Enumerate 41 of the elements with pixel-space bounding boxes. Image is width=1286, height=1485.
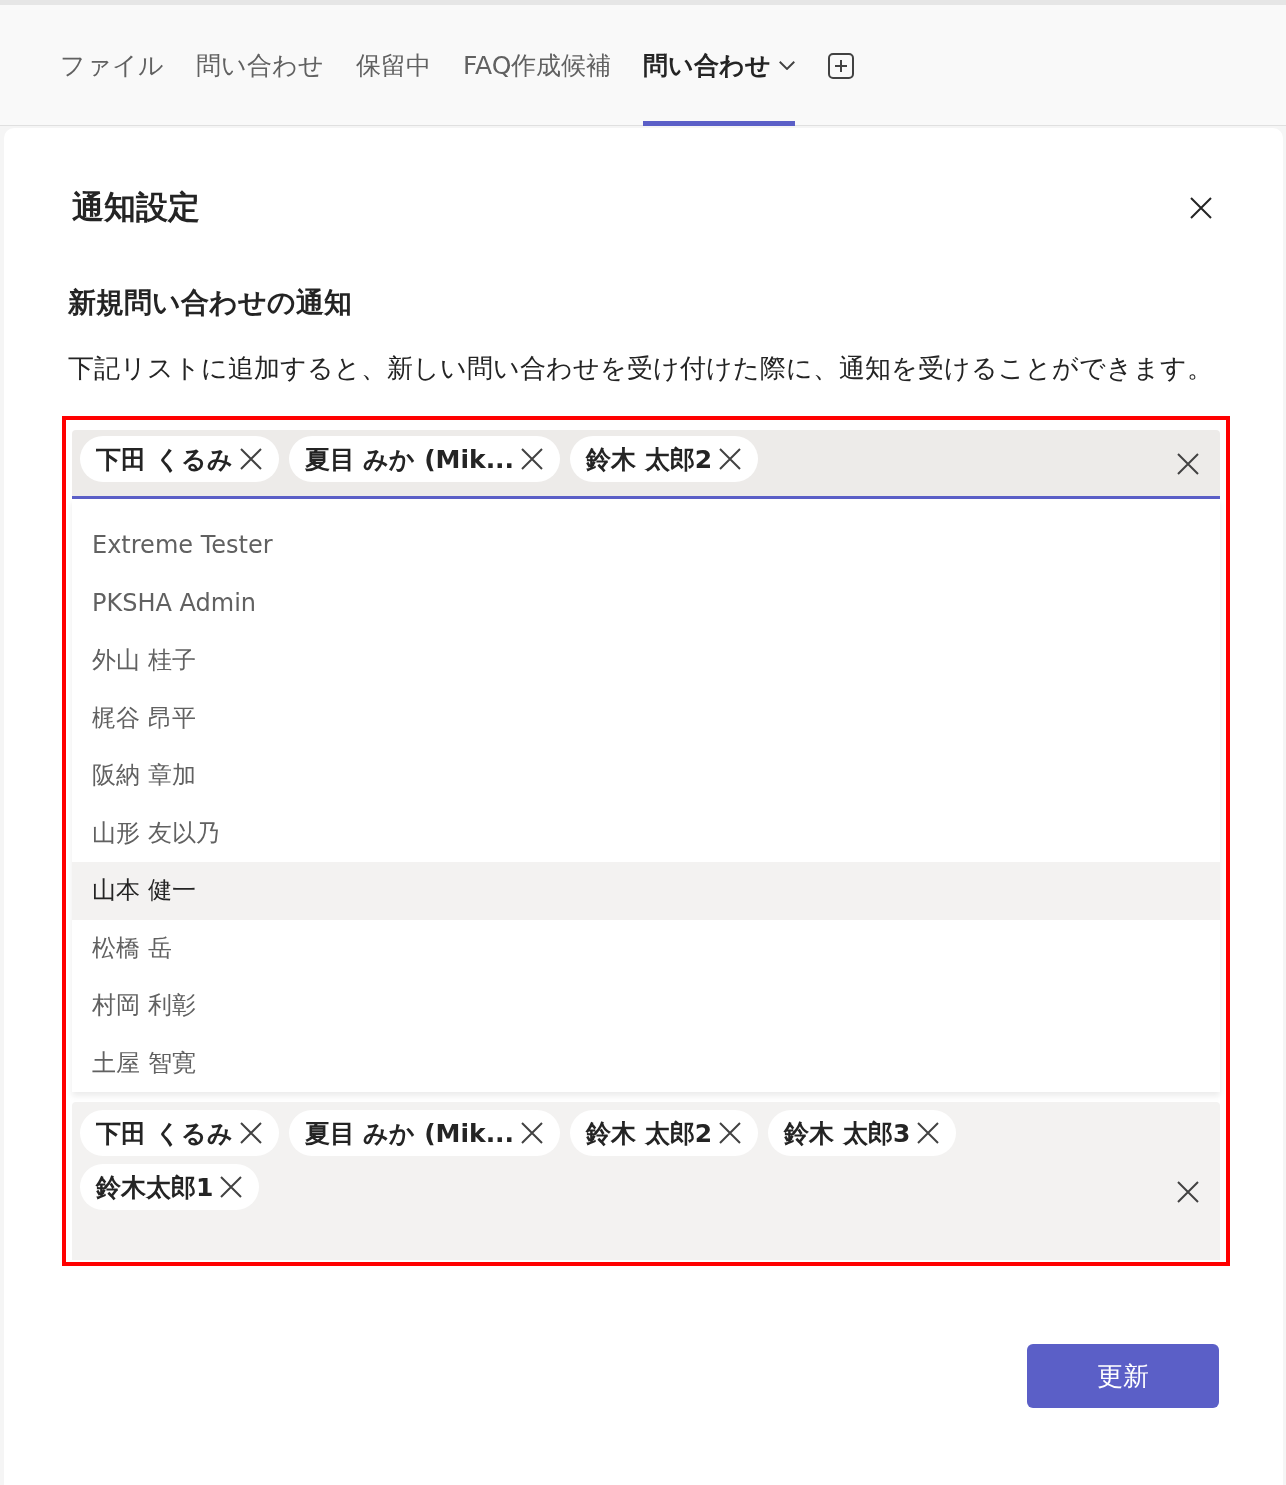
tab[interactable]: FAQ作成候補 [463, 5, 612, 126]
suggestion-item[interactable]: 阪納 章加 [72, 747, 1220, 805]
remove-icon[interactable] [238, 447, 263, 471]
tab[interactable]: 問い合わせ [196, 5, 324, 126]
dialog-title: 通知設定 [72, 187, 200, 228]
selected-people-field[interactable]: 下田 くるみ 夏目 みか (Mik... 鈴木 太郎2 鈴木 太郎3 鈴木太郎1 [72, 1102, 1220, 1260]
remove-icon[interactable] [718, 1121, 743, 1145]
close-icon[interactable] [1189, 196, 1213, 220]
chip-label: 下田 くるみ [96, 1117, 233, 1150]
remove-icon[interactable] [238, 1121, 263, 1145]
people-picker-field[interactable]: 下田 くるみ 夏目 みか (Mik... 鈴木 太郎2 [72, 430, 1220, 499]
suggestion-item[interactable]: 村岡 利彰 [72, 977, 1220, 1035]
add-tab-icon[interactable] [827, 51, 856, 80]
remove-icon[interactable] [219, 1175, 244, 1199]
suggestion-item[interactable]: 外山 桂子 [72, 632, 1220, 690]
tab[interactable]: ファイル [60, 5, 164, 126]
chevron-down-icon [779, 61, 796, 70]
chip-label: 夏目 みか (Mik... [304, 443, 515, 476]
remove-icon[interactable] [916, 1121, 941, 1145]
suggestion-item[interactable]: PKSHA Admin [72, 574, 1220, 632]
chip-label: 下田 くるみ [96, 443, 233, 476]
remove-icon[interactable] [520, 1121, 545, 1145]
tab[interactable]: 保留中 [356, 5, 431, 126]
suggestion-item[interactable]: 山本 健一 [72, 862, 1220, 920]
update-button[interactable]: 更新 [1027, 1344, 1219, 1408]
chip-label: 鈴木 太郎2 [586, 443, 713, 476]
section-title: 新規問い合わせの通知 [67, 285, 353, 321]
chip-label: 鈴木 太郎3 [784, 1117, 911, 1150]
chip-label: 夏目 みか (Mik... [304, 1117, 515, 1150]
chip-label: 鈴木太郎1 [96, 1171, 214, 1204]
clear-icon[interactable] [1176, 1180, 1200, 1204]
suggestion-item[interactable]: 山形 友以乃 [72, 804, 1220, 862]
chip-label: 鈴木 太郎2 [586, 1117, 713, 1150]
suggestion-item[interactable]: 松橋 岳 [72, 919, 1220, 977]
remove-icon[interactable] [718, 447, 743, 471]
description-text: 下記リストに追加すると、新しい問い合わせを受け付けた際に、通知を受けることができます。 [68, 352, 1214, 385]
suggestion-item[interactable]: Extreme Tester [72, 517, 1220, 575]
suggestion-item[interactable]: 梶谷 昂平 [72, 689, 1220, 747]
remove-icon[interactable] [520, 447, 545, 471]
clear-icon[interactable] [1176, 452, 1200, 476]
suggestion-item[interactable]: 土屋 智寛 [72, 1034, 1220, 1092]
